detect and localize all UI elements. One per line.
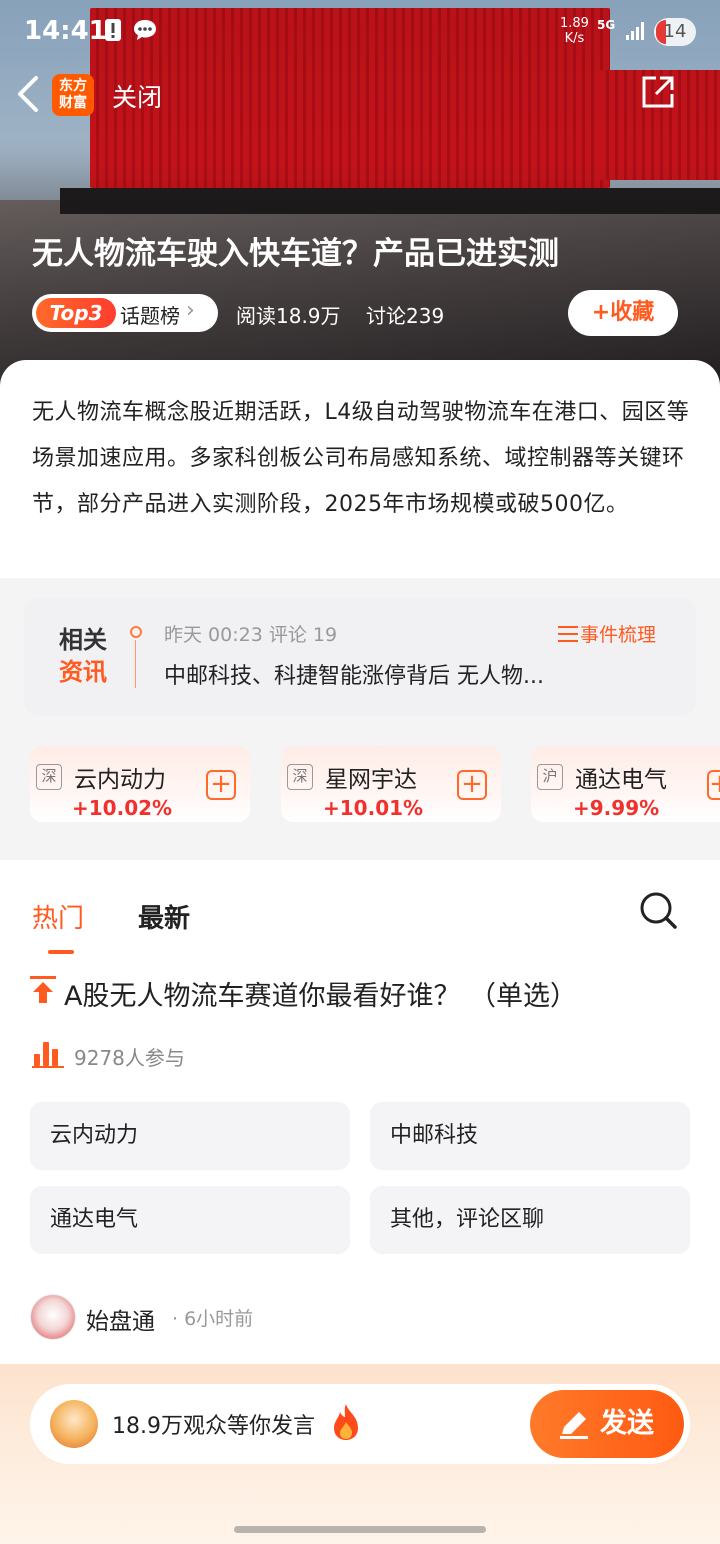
favorite-label: 收藏 <box>610 300 655 325</box>
exchange-tag: 沪 <box>537 764 563 790</box>
bar-chart-icon <box>32 1042 64 1068</box>
discussion-feed: 热门 最新 A股无人物流车赛道你最看好谁？ （单选） 9278人参与 云内动力 … <box>0 860 720 1380</box>
timeline-dot-icon <box>130 626 142 688</box>
close-button[interactable]: 关闭 <box>112 78 162 114</box>
stock-change: +10.02% <box>72 796 173 820</box>
pen-icon <box>560 1412 588 1439</box>
exchange-tag: 深 <box>36 764 62 790</box>
poll-option[interactable]: 云内动力 <box>30 1102 350 1170</box>
author-name[interactable]: 始盘通 <box>86 1302 155 1336</box>
news-headline[interactable]: 中邮科技、科捷智能涨停背后 无人物... <box>164 658 604 690</box>
tab-hot[interactable]: 热门 <box>32 898 84 935</box>
poll-option[interactable]: 其他，评论区聊 <box>370 1186 690 1254</box>
comment-placeholder: 18.9万观众等你发言 <box>112 1414 315 1439</box>
search-button[interactable] <box>638 890 678 930</box>
avatar[interactable] <box>30 1294 76 1340</box>
add-watchlist-button[interactable]: + <box>457 770 487 800</box>
chevron-right-icon: › <box>186 298 195 323</box>
share-button[interactable] <box>640 74 676 110</box>
stock-change: +10.01% <box>323 796 424 820</box>
search-icon <box>640 892 677 929</box>
stock-name: 星网宇达 <box>325 767 417 793</box>
tab-latest[interactable]: 最新 <box>138 898 190 935</box>
status-time: 14:41 <box>24 16 107 46</box>
stock-name: 云内动力 <box>74 767 166 793</box>
logo-line-2: 财富 <box>59 95 87 111</box>
topic-title: 无人物流车驶入快车道？产品已进实测 <box>32 236 559 272</box>
battery-indicator: 14 <box>654 18 696 46</box>
hero-banner: 14:41 1.89 K/s 5G 14 东方 财富 关闭 无人物流车驶入快车道… <box>0 0 720 400</box>
stock-card[interactable]: 沪 通达电气 +9.99% + <box>531 746 720 822</box>
read-count: 阅读18.9万 <box>236 304 341 328</box>
status-bar: 14:41 1.89 K/s 5G 14 <box>0 0 720 64</box>
news-time: 昨天 00:23 评论 19 <box>164 624 338 646</box>
topic-summary: 无人物流车概念股近期活跃，L4级自动驾驶物流车在港口、园区等场景加速应用。多家科… <box>0 360 720 578</box>
message-icon <box>132 18 156 44</box>
badge-line-1: 相关 <box>59 626 107 654</box>
rank-label: 话题榜 <box>120 304 180 328</box>
battery-level: 14 <box>663 21 687 42</box>
plus-icon: + <box>591 300 611 325</box>
related-news-badge: 相关 资讯 <box>54 624 112 688</box>
send-label: 发送 <box>600 1408 654 1439</box>
comment-input[interactable]: 18.9万观众等你发言 发送 <box>30 1384 690 1464</box>
exchange-tag: 深 <box>287 764 313 790</box>
app-logo: 东方 财富 <box>52 74 94 116</box>
signal-icon <box>626 22 648 40</box>
stock-card[interactable]: 深 云内动力 +10.02% + <box>30 746 250 822</box>
share-icon <box>642 76 674 108</box>
home-indicator <box>234 1526 486 1533</box>
net-speed: 1.89 K/s <box>560 16 589 46</box>
badge-line-2: 资讯 <box>59 658 107 686</box>
alert-icon <box>104 18 126 44</box>
stock-name: 通达电气 <box>575 767 667 793</box>
logo-line-1: 东方 <box>59 78 87 94</box>
send-button[interactable]: 发送 <box>530 1390 684 1458</box>
net-speed-unit: K/s <box>564 31 585 46</box>
related-stocks: 深 云内动力 +10.02% + 深 星网宇达 +10.01% + 沪 通达电气… <box>0 746 720 826</box>
poll-participants: 9278人参与 <box>74 1046 185 1070</box>
net-speed-value: 1.89 <box>560 16 589 31</box>
back-button[interactable] <box>14 72 48 116</box>
mascot-avatar <box>50 1400 98 1448</box>
network-type: 5G <box>597 18 616 32</box>
back-arrow-icon <box>18 76 38 112</box>
flame-icon <box>334 1404 358 1440</box>
post-time: · 6小时前 <box>172 1308 254 1330</box>
topic-rank-badge[interactable]: Top3 话题榜 › <box>32 294 218 332</box>
poll-option[interactable]: 中邮科技 <box>370 1102 690 1170</box>
nav-bar: 东方 财富 关闭 <box>0 70 720 120</box>
tab-indicator <box>48 950 74 954</box>
stock-change: +9.99% <box>573 796 660 820</box>
stock-card[interactable]: 深 星网宇达 +10.01% + <box>281 746 501 822</box>
event-timeline-link[interactable]: 事件梳理 <box>558 620 656 647</box>
comment-bar: 18.9万观众等你发言 发送 <box>0 1364 720 1544</box>
poll-question: A股无人物流车赛道你最看好谁？ （单选） <box>64 981 578 1012</box>
list-icon <box>558 626 578 642</box>
poll-option[interactable]: 通达电气 <box>30 1186 350 1254</box>
upvote-arrow-icon <box>30 976 56 1003</box>
event-timeline-label: 事件梳理 <box>580 624 657 646</box>
rank-tag: Top3 <box>36 298 116 328</box>
add-watchlist-button[interactable]: + <box>707 770 720 800</box>
add-watchlist-button[interactable]: + <box>206 770 236 800</box>
related-news-card[interactable]: 相关 资讯 昨天 00:23 评论 19 事件梳理 中邮科技、科捷智能涨停背后 … <box>24 598 696 716</box>
discussion-count: 讨论239 <box>366 304 445 328</box>
favorite-button[interactable]: +收藏 <box>568 290 678 336</box>
